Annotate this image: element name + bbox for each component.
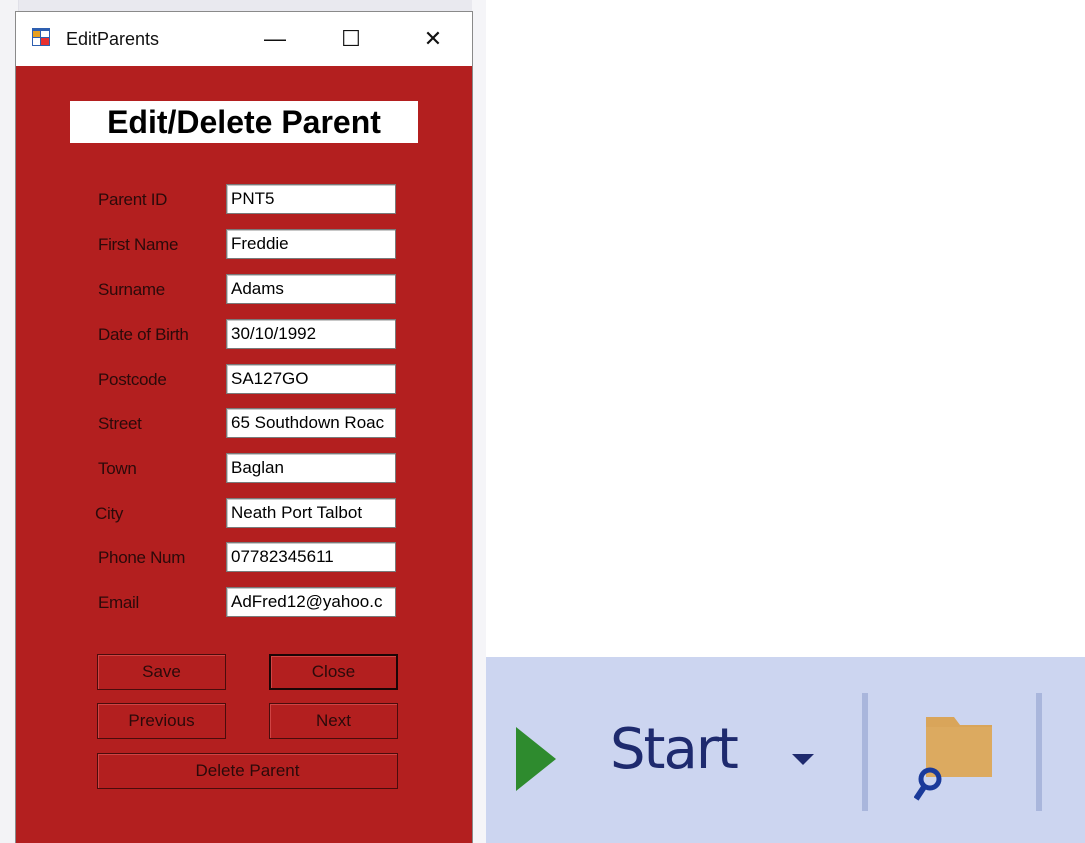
- minimize-button[interactable]: —: [250, 22, 300, 56]
- parent-id-field[interactable]: PNT5: [226, 184, 396, 214]
- label-parent-id: Parent ID: [98, 190, 168, 209]
- ide-background-editor: [472, 0, 486, 843]
- street-field[interactable]: 65 Southdown Roac: [226, 408, 396, 438]
- window-titlebar[interactable]: EditParents — ☐ ✕: [16, 12, 472, 66]
- label-email: Email: [98, 593, 140, 612]
- previous-button[interactable]: Previous: [97, 703, 226, 739]
- maximize-button[interactable]: ☐: [326, 22, 376, 56]
- start-button-label[interactable]: Start: [610, 717, 739, 782]
- label-postcode: Postcode: [98, 370, 167, 389]
- label-street: Street: [98, 414, 142, 433]
- label-surname: Surname: [98, 280, 165, 299]
- delete-parent-button[interactable]: Delete Parent: [97, 753, 398, 789]
- form-heading: Edit/Delete Parent: [70, 101, 418, 143]
- edit-parents-window: EditParents — ☐ ✕ Edit/Delete Parent Par…: [16, 12, 472, 843]
- close-button[interactable]: Close: [269, 654, 398, 690]
- chevron-down-icon[interactable]: [792, 753, 814, 771]
- label-phone-num: Phone Num: [98, 548, 186, 567]
- close-window-button[interactable]: ✕: [408, 22, 458, 56]
- next-button[interactable]: Next: [269, 703, 398, 739]
- play-icon[interactable]: [516, 727, 556, 796]
- surname-field[interactable]: Adams: [226, 274, 396, 304]
- toolbar-separator: [862, 693, 868, 811]
- phone-num-field[interactable]: 07782345611: [226, 542, 396, 572]
- form-app-icon: [32, 28, 50, 46]
- date-of-birth-field[interactable]: 30/10/1992: [226, 319, 396, 349]
- city-field[interactable]: Neath Port Talbot: [226, 498, 396, 528]
- first-name-field[interactable]: Freddie: [226, 229, 396, 259]
- town-field[interactable]: Baglan: [226, 453, 396, 483]
- label-first-name: First Name: [98, 235, 179, 254]
- ide-toolbar: Start: [486, 657, 1085, 843]
- label-date-of-birth: Date of Birth: [98, 325, 189, 344]
- toolbar-separator: [1036, 693, 1042, 811]
- label-town: Town: [98, 459, 137, 478]
- label-city: City: [95, 504, 124, 523]
- find-in-files-icon[interactable]: [913, 713, 994, 808]
- email-field[interactable]: AdFred12@yahoo.c: [226, 587, 396, 617]
- save-button[interactable]: Save: [97, 654, 226, 690]
- window-title: EditParents: [66, 29, 160, 49]
- postcode-field[interactable]: SA127GO: [226, 364, 396, 394]
